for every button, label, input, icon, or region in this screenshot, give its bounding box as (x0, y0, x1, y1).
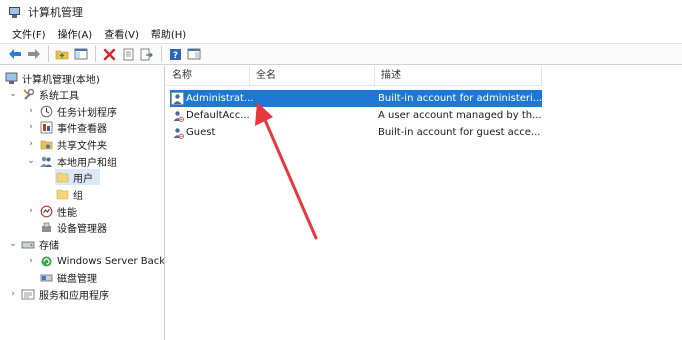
chevron-right-icon[interactable]: › (8, 289, 18, 299)
column-header-description[interactable]: 描述 (375, 66, 542, 86)
tree-label: Windows Server Back (57, 255, 165, 267)
up-folder-icon[interactable] (53, 45, 71, 63)
tree-item-performance[interactable]: › 性能 (26, 203, 77, 219)
help-icon[interactable]: ? (166, 45, 184, 63)
chevron-right-icon[interactable]: › (26, 206, 36, 216)
users-icon (39, 154, 53, 168)
tree-item-users[interactable]: 用户 (55, 169, 100, 185)
device-manager-icon (39, 220, 53, 234)
cell-name: DefaultAcc... (186, 110, 250, 121)
forward-arrow-icon[interactable] (25, 45, 43, 63)
list-item[interactable]: DefaultAcc... A user account managed by … (170, 107, 542, 124)
tree-item-groups[interactable]: 组 (55, 186, 83, 202)
computer-management-icon (8, 6, 21, 19)
user-icon (170, 109, 184, 123)
tree-label: 事件查看器 (57, 123, 107, 135)
tree-label: 性能 (57, 207, 77, 219)
cell-description: A user account managed by th... (378, 110, 542, 121)
list-item[interactable]: Administrat... Built-in account for admi… (170, 90, 542, 107)
event-viewer-icon (39, 120, 53, 134)
tree-item-task-scheduler[interactable]: › 任务计划程序 (26, 103, 117, 119)
tree-item-event-viewer[interactable]: › 事件查看器 (26, 119, 107, 135)
user-icon (170, 92, 184, 106)
storage-icon (21, 237, 35, 251)
tree-label: 存储 (39, 240, 59, 252)
shared-folder-icon (39, 137, 53, 151)
tree-item-system-tools[interactable]: ⌄ 系统工具 (8, 86, 79, 102)
cell-description: Built-in account for guest acce... (378, 127, 541, 138)
back-arrow-icon[interactable] (6, 45, 24, 63)
svg-text:?: ? (172, 51, 177, 61)
disk-management-icon (39, 270, 53, 284)
user-icon (170, 126, 184, 140)
toolbar-separator (161, 46, 162, 62)
chevron-down-icon[interactable]: ⌄ (8, 239, 18, 249)
tools-icon (21, 87, 35, 101)
chevron-right-icon[interactable]: › (26, 106, 36, 116)
tree-label: 组 (73, 190, 83, 202)
user-list-pane: 名称 全名 描述 Administrat... Built-in account… (166, 66, 682, 340)
computer-management-icon (4, 71, 18, 85)
services-icon (21, 287, 35, 301)
tree-item-shared-folders[interactable]: › 共享文件夹 (26, 136, 107, 152)
tree-item-windows-server-backup[interactable]: › Windows Server Back (26, 253, 165, 269)
show-hide-tree-icon[interactable] (72, 45, 90, 63)
tree-item-local-users-groups[interactable]: ⌄ 本地用户和组 (26, 153, 117, 169)
folder-icon (55, 187, 69, 201)
tree-label: 磁盘管理 (57, 273, 97, 285)
list-item[interactable]: Guest Built-in account for guest acce... (170, 124, 542, 141)
export-icon[interactable] (138, 45, 156, 63)
cell-name: Guest (186, 127, 216, 138)
cell-description: Built-in account for administeri... (378, 93, 542, 104)
tree-label: 设备管理器 (57, 223, 107, 235)
chevron-right-icon[interactable]: › (26, 139, 36, 149)
tree-label: 任务计划程序 (57, 107, 117, 119)
column-header-name[interactable]: 名称 (166, 66, 250, 86)
tree-label: 系统工具 (39, 90, 79, 102)
tree-item-device-manager[interactable]: 设备管理器 (39, 219, 107, 235)
title-bar: 计算机管理 (0, 0, 682, 24)
navigation-tree: 计算机管理(本地) ⌄ 系统工具 › 任务计划程序 › 事件查看器 › 共享文件… (0, 66, 165, 340)
tree-label: 本地用户和组 (57, 157, 117, 169)
tree-item-disk-management[interactable]: 磁盘管理 (39, 269, 97, 285)
delete-icon[interactable] (100, 45, 118, 63)
menu-view[interactable]: 查看(V) (98, 26, 145, 41)
window-title: 计算机管理 (28, 6, 83, 19)
menu-bar: 文件(F) 操作(A) 查看(V) 帮助(H) (0, 24, 682, 42)
chevron-down-icon[interactable]: ⌄ (8, 89, 18, 99)
toolbar: ? (0, 43, 682, 65)
performance-icon (39, 204, 53, 218)
list-header: 名称 全名 描述 (166, 66, 542, 86)
tree-label: 共享文件夹 (57, 140, 107, 152)
tree-label: 用户 (73, 173, 93, 185)
chevron-right-icon[interactable]: › (26, 122, 36, 132)
view-icon[interactable] (185, 45, 203, 63)
chevron-down-icon[interactable]: ⌄ (26, 156, 36, 166)
menu-help[interactable]: 帮助(H) (145, 26, 192, 41)
menu-action[interactable]: 操作(A) (52, 26, 99, 41)
toolbar-separator (95, 46, 96, 62)
folder-icon (55, 170, 69, 184)
properties-icon[interactable] (119, 45, 137, 63)
clock-icon (39, 104, 53, 118)
tree-item-services-apps[interactable]: › 服务和应用程序 (8, 286, 109, 302)
tree-item-computer-management[interactable]: 计算机管理(本地) (4, 70, 100, 86)
menu-file[interactable]: 文件(F) (6, 26, 52, 41)
tree-label: 服务和应用程序 (39, 290, 109, 302)
column-header-full-name[interactable]: 全名 (250, 66, 375, 86)
cell-name: Administrat... (186, 93, 254, 104)
backup-icon (39, 254, 53, 268)
toolbar-separator (48, 46, 49, 62)
tree-item-storage[interactable]: ⌄ 存储 (8, 236, 59, 252)
chevron-right-icon[interactable]: › (26, 256, 36, 266)
tree-label: 计算机管理(本地) (22, 74, 100, 86)
